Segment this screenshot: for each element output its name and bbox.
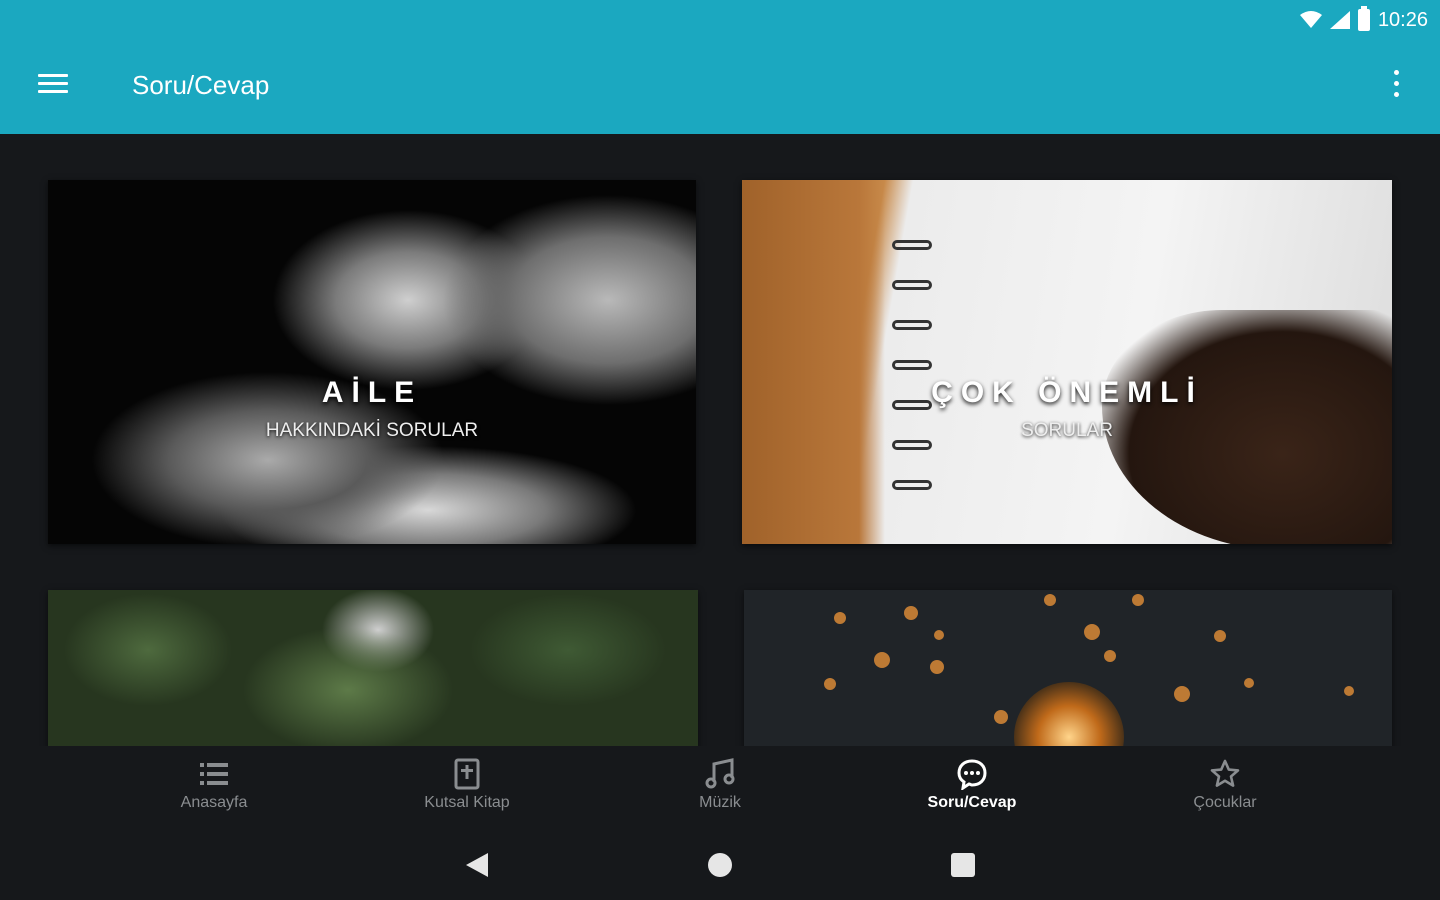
status-icons: 10:26	[1299, 6, 1428, 34]
chat-bubble-icon	[957, 759, 987, 790]
nav-label: Çocuklar	[1193, 794, 1257, 811]
back-icon[interactable]	[462, 850, 492, 880]
nav-music[interactable]: Müzik	[640, 746, 800, 828]
card-lightbulb-image[interactable]	[744, 590, 1392, 746]
card-family-questions[interactable]: AİLE HAKKINDAKİ SORULAR	[48, 180, 696, 544]
nav-bible[interactable]: Kutsal Kitap	[387, 746, 547, 828]
nav-label: Soru/Cevap	[927, 794, 1017, 811]
nav-label: Kutsal Kitap	[424, 794, 510, 811]
card-title: ÇOK ÖNEMLİ	[931, 376, 1203, 409]
status-bar: 10:26	[0, 0, 1440, 40]
signal-icon	[1329, 11, 1350, 29]
status-time: 10:26	[1377, 8, 1428, 31]
more-options-icon[interactable]	[1388, 68, 1404, 100]
nav-qa[interactable]: Soru/Cevap	[892, 746, 1052, 828]
music-note-icon	[705, 758, 735, 789]
nav-children[interactable]: Çocuklar	[1145, 746, 1305, 828]
page-title: Soru/Cevap	[132, 70, 270, 100]
menu-icon[interactable]	[38, 72, 70, 96]
card-important-questions[interactable]: ÇOK ÖNEMLİ SORULAR	[742, 180, 1392, 544]
nav-label: Müzik	[699, 794, 741, 811]
card-title: AİLE	[321, 376, 423, 409]
list-icon	[200, 763, 228, 785]
card-subtitle: SORULAR	[1021, 420, 1113, 441]
card-plants-image[interactable]	[48, 590, 698, 746]
nav-label: Anasayfa	[180, 794, 248, 811]
recents-icon[interactable]	[948, 850, 978, 880]
card-subtitle: HAKKINDAKİ SORULAR	[265, 420, 479, 441]
wifi-icon	[1299, 11, 1322, 28]
category-grid: AİLE HAKKINDAKİ SORULAR ÇOK ÖNEMLİ SORUL…	[0, 134, 1440, 746]
bottom-navigation: Anasayfa Kutsal Kitap Müzik Soru/Cevap Ç…	[0, 746, 1440, 828]
battery-icon	[1357, 6, 1370, 31]
home-icon[interactable]	[705, 850, 735, 880]
system-navigation	[0, 828, 1440, 900]
bible-icon	[454, 758, 480, 790]
app-bar: Soru/Cevap	[0, 40, 1440, 134]
nav-home[interactable]: Anasayfa	[134, 746, 294, 828]
star-icon	[1210, 759, 1240, 787]
